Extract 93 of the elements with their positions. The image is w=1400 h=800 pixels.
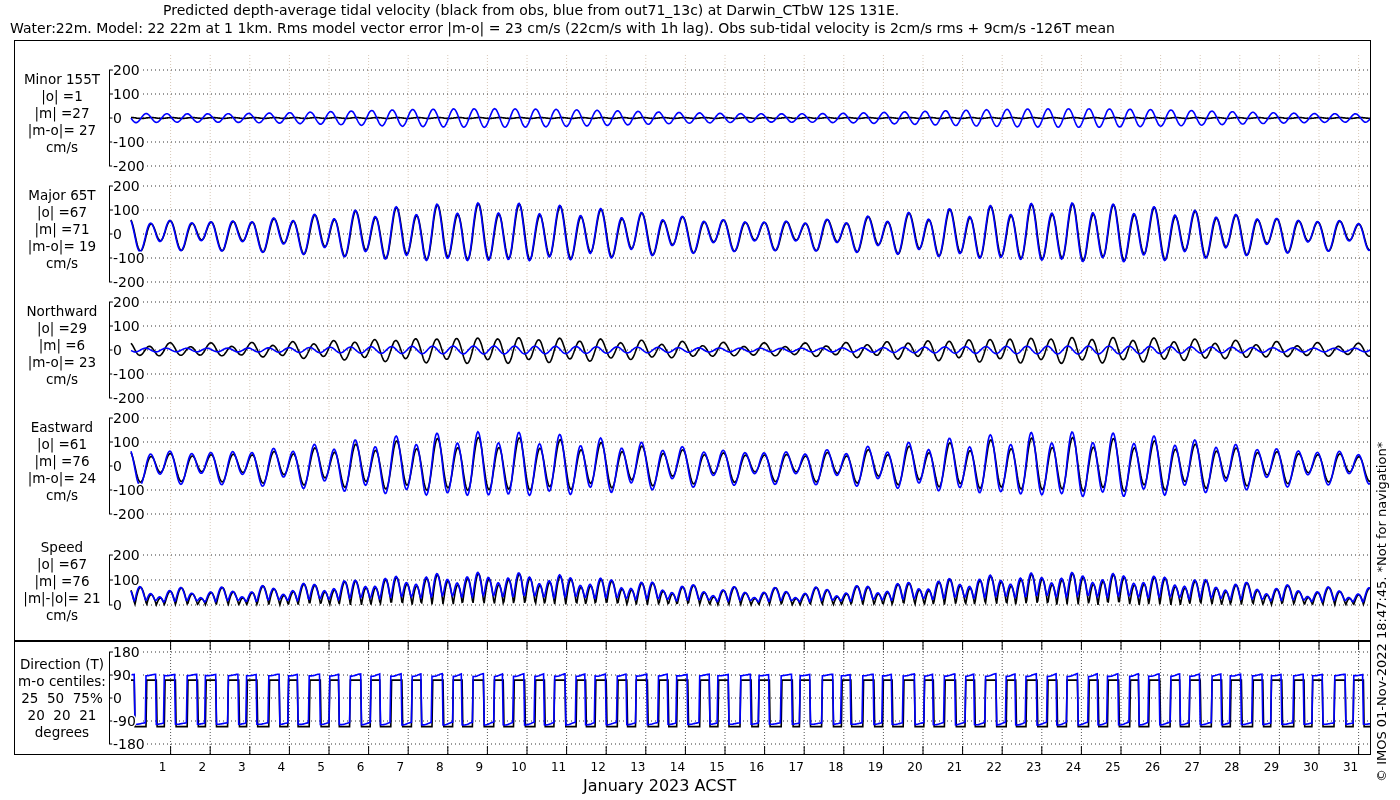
- axis-tick-label: 14: [669, 760, 686, 774]
- axis-tick-label: 0: [112, 342, 122, 358]
- panel-label: cm/s: [45, 139, 79, 156]
- axis-tick-label: 100: [112, 86, 140, 102]
- panel-label: |o| =61: [36, 436, 88, 453]
- axis-tick-label: 6: [356, 760, 365, 774]
- panel-label: degrees: [34, 724, 90, 741]
- axis-tick-label: 100: [112, 572, 140, 588]
- axis-tick-label: 100: [112, 202, 140, 218]
- axis-tick-label: 0: [112, 226, 122, 242]
- panel-label: Major 65T: [28, 187, 96, 204]
- panel-label: |o| =29: [36, 320, 88, 337]
- panel-label: Speed: [40, 539, 84, 556]
- axis-tick-label: 12: [590, 760, 606, 774]
- axis-tick-label: 15: [709, 760, 725, 774]
- axis-tick-label: 20: [907, 760, 923, 774]
- axis-tick-label: -100: [112, 250, 145, 266]
- panel-label: 25 50 75%: [21, 690, 103, 707]
- panel-label: cm/s: [45, 255, 79, 272]
- panel-label: |m-o|= 23: [27, 354, 97, 371]
- axis-tick-label: -200: [112, 390, 145, 403]
- axis-tick-label: 200: [112, 62, 140, 78]
- axis-tick-label: 0: [112, 458, 122, 474]
- y-axis: [108, 554, 114, 606]
- axis-tick-label: 21: [946, 760, 963, 774]
- axis-tick-label: 180: [112, 644, 140, 660]
- axis-tick-label: 2: [198, 760, 206, 774]
- axis-tick-label: -100: [112, 482, 145, 498]
- panel-label: cm/s: [45, 487, 79, 504]
- axis-tick-label: 90: [112, 667, 131, 683]
- panel-label: 20 20 21: [27, 707, 97, 724]
- axis-tick-label: 100: [112, 318, 140, 334]
- axis-tick-label: 27: [1184, 760, 1200, 774]
- chart-subtitle: Water:22m. Model: 22 22m at 1 1km. Rms model vector error |m-o| = 23 cm/s (22cm/s with 1h lag). Obs sub-tidal velocity is 2cm/s rms + 9cm/s -126T mean: [9, 19, 1116, 37]
- panel-label: |o| =1: [41, 88, 83, 105]
- panel-label: |o| =67: [36, 204, 88, 221]
- axis-tick-label: 18: [828, 760, 844, 774]
- chart-title: Predicted depth-average tidal velocity (black from obs, blue from out71_13c) at Darwin_CTbW 12S 131E.: [162, 1, 901, 19]
- axis-tick-label: 4: [277, 760, 286, 774]
- axis-tick-label: 28: [1224, 760, 1240, 774]
- axis-tick-label: 29: [1263, 760, 1280, 774]
- axis-tick-label: -180: [112, 736, 145, 752]
- axis-tick-label: 0: [112, 110, 122, 126]
- panel-label: |m| =76: [34, 573, 90, 590]
- axis-tick-label: 31: [1342, 760, 1359, 774]
- panel-label: |m| =71: [34, 221, 90, 238]
- axis-tick-label: -200: [112, 506, 145, 519]
- axis-tick-label: 13: [630, 760, 646, 774]
- axis-tick-label: 24: [1065, 760, 1082, 774]
- axis-title: January 2023 ACST: [583, 776, 737, 795]
- axis-tick-label: 26: [1144, 760, 1161, 774]
- panel-label: m-o centiles:: [18, 673, 106, 690]
- axis-tick-label: 16: [748, 760, 765, 774]
- axis-tick-label: 17: [788, 760, 804, 774]
- axis-tick-label: 8: [436, 760, 444, 774]
- panel-label: Minor 155T: [23, 71, 100, 88]
- axis-tick-label: -200: [112, 274, 145, 287]
- axis-tick-label: 9: [475, 760, 484, 774]
- panel-label: |m| =76: [34, 453, 90, 470]
- axis-tick-label: 7: [396, 760, 404, 774]
- axis-tick-label: 200: [112, 410, 140, 426]
- axis-tick-label: 5: [317, 760, 325, 774]
- axis-tick-label: 200: [112, 178, 140, 194]
- panel-label: cm/s: [45, 607, 79, 624]
- axis-tick-label: 22: [986, 760, 1002, 774]
- panel-label: Direction (T): [19, 656, 104, 673]
- panel-label: Northward: [26, 303, 98, 320]
- axis-tick-label: 3: [238, 760, 246, 774]
- axis-tick-label: 200: [112, 547, 140, 563]
- axis-tick-label: 100: [112, 434, 140, 450]
- axis-tick-label: 25: [1105, 760, 1121, 774]
- panel-label: |m| =27: [34, 105, 90, 122]
- panel-label: |m-o|= 24: [27, 470, 97, 487]
- axis-tick-label: 0: [112, 690, 122, 706]
- panel-label: |m-o|= 27: [27, 122, 97, 139]
- axis-tick-label: 0: [112, 597, 122, 613]
- panel-label: |o| =67: [36, 556, 88, 573]
- copyright-note: © IMOS 01-Nov-2022 18:47:45. *Not for navigation*: [1374, 441, 1389, 782]
- axis-tick-label: 23: [1026, 760, 1042, 774]
- axis-tick-label: 200: [112, 294, 140, 310]
- axis-tick-label: 10: [511, 760, 527, 774]
- axis-tick-label: 30: [1303, 760, 1319, 774]
- panel-label: |m| =6: [38, 337, 86, 354]
- axis-tick-label: 1: [158, 760, 167, 774]
- panel-label: |m-o|= 19: [27, 238, 97, 255]
- axis-tick-label: -100: [112, 134, 145, 150]
- axis-tick-label: 19: [867, 760, 884, 774]
- panel-label: Eastward: [30, 419, 94, 436]
- panel-label: |m|-|o|= 21: [23, 590, 101, 607]
- panel-label: cm/s: [45, 371, 79, 388]
- axis-tick-label: -100: [112, 366, 145, 382]
- axis-tick-label: -200: [112, 158, 145, 171]
- axis-tick-label: 11: [550, 760, 567, 774]
